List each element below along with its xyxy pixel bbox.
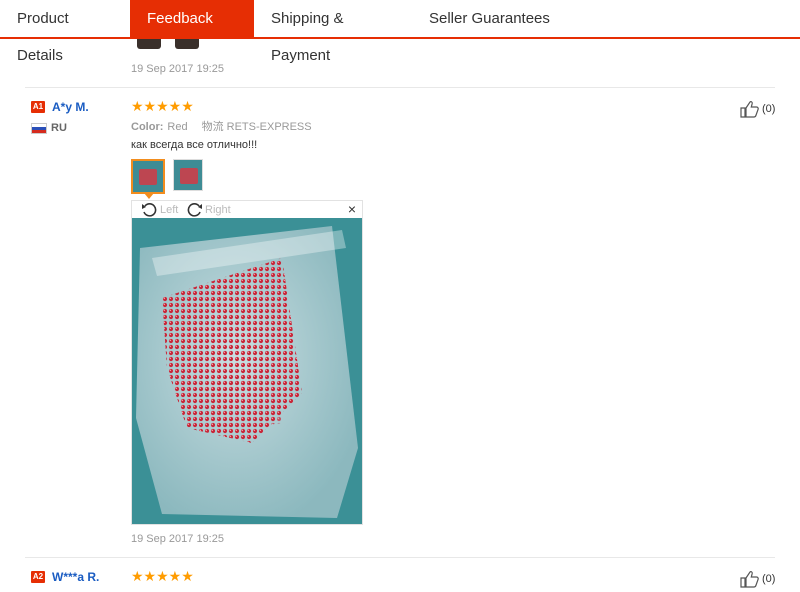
country-flag-icon xyxy=(31,123,47,134)
prev-review-photo-thumb[interactable] xyxy=(137,39,161,49)
prev-review-date: 19 Sep 2017 19:25 xyxy=(131,63,224,75)
review-comment: как всегда все отлично!!! xyxy=(131,139,258,151)
color-label: Color: xyxy=(131,121,164,133)
star-rating: ★★★★★ xyxy=(131,98,194,114)
review-photo-large xyxy=(132,218,362,524)
tab-feedback[interactable]: Feedback (134) xyxy=(130,0,254,64)
thumbs-up-icon xyxy=(740,571,759,588)
rotate-left-label: Left xyxy=(160,203,179,216)
review-photo-thumb[interactable] xyxy=(173,159,203,191)
buyer-country: RU xyxy=(51,122,67,134)
review-photo-thumb[interactable] xyxy=(131,159,165,194)
buyer-name: A*y M. xyxy=(52,100,89,114)
photo-viewer: Left Right × xyxy=(131,200,363,525)
viewer-toolbar: Left Right × xyxy=(132,201,362,218)
color-value: Red xyxy=(167,121,188,133)
review-date: 19 Sep 2017 19:25 xyxy=(131,533,224,545)
order-info: Color: Red 物流 RETS-EXPRESS xyxy=(131,118,312,134)
rotate-right-label: Right xyxy=(205,203,231,216)
review-divider xyxy=(25,87,775,88)
buyer-name: W***a R. xyxy=(52,570,100,584)
close-viewer-button[interactable]: × xyxy=(348,201,356,218)
tab-bar: Product Details Feedback (134) Shipping … xyxy=(0,0,800,64)
tab-seller-guarantees[interactable]: Seller Guarantees xyxy=(412,0,572,37)
helpful-button[interactable]: (0) xyxy=(740,100,775,118)
helpful-count: (0) xyxy=(762,573,776,585)
rotate-left-button[interactable]: Left xyxy=(141,202,178,217)
prev-review-photo-thumb[interactable] xyxy=(175,39,199,49)
rotate-right-button[interactable]: Right xyxy=(186,202,231,217)
active-thumb-caret xyxy=(144,193,154,199)
helpful-count: (0) xyxy=(762,103,776,115)
helpful-button[interactable]: (0) xyxy=(740,570,775,588)
rotate-right-icon xyxy=(187,203,202,217)
shipping-label: 物流 xyxy=(201,121,224,133)
rotate-left-icon xyxy=(142,203,157,217)
buyer-level-badge: A1 xyxy=(31,101,45,113)
tab-product-details[interactable]: Product Details xyxy=(0,0,130,64)
tab-shipping-payment[interactable]: Shipping & Payment xyxy=(254,0,412,64)
buyer-level-badge: A2 xyxy=(31,571,45,583)
review-divider xyxy=(25,557,775,558)
shipping-value: RETS-EXPRESS xyxy=(226,121,312,133)
thumbs-up-icon xyxy=(740,101,759,118)
star-rating: ★★★★★ xyxy=(131,568,194,584)
product-photo-image xyxy=(132,218,362,524)
